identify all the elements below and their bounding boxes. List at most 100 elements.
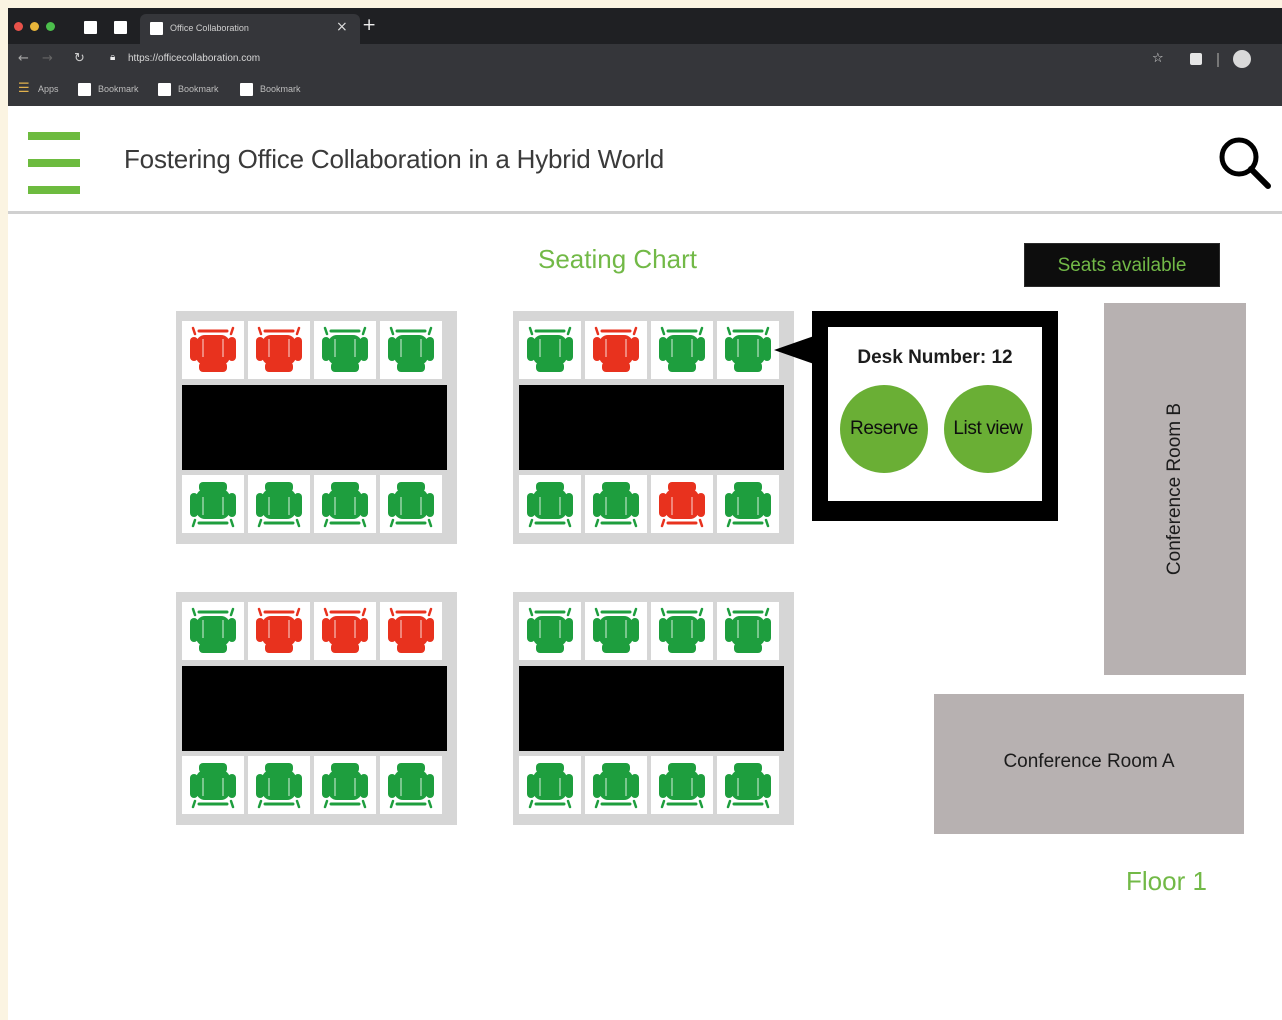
seat-row-top (182, 602, 452, 660)
tab-close-button[interactable]: × (336, 19, 348, 35)
seat-available[interactable] (314, 475, 376, 533)
seat-available[interactable] (182, 475, 244, 533)
seat-reserved[interactable] (314, 602, 376, 660)
seat-available[interactable] (651, 321, 713, 379)
seat-available[interactable] (519, 602, 581, 660)
desk-cluster (513, 592, 794, 825)
chair-icon (322, 763, 368, 809)
bookmark-label: Bookmark (260, 84, 301, 94)
desk-table (519, 666, 784, 751)
chair-icon (659, 326, 705, 372)
bookmark-apps-label[interactable]: Apps (38, 84, 59, 94)
seat-reserved[interactable] (248, 602, 310, 660)
seat-available[interactable] (519, 321, 581, 379)
seat-available[interactable] (380, 321, 442, 379)
chair-icon (322, 326, 368, 372)
profile-avatar-icon[interactable] (1233, 50, 1251, 68)
apps-grid-icon[interactable]: ☰ (18, 81, 30, 96)
chair-icon (593, 482, 639, 528)
reserve-button[interactable]: Reserve (840, 385, 928, 473)
toolbar-divider (1217, 53, 1219, 67)
search-icon[interactable] (1216, 134, 1272, 190)
chair-icon (322, 607, 368, 653)
seat-reserved[interactable] (651, 475, 713, 533)
chair-icon (256, 763, 302, 809)
forward-arrow-icon[interactable]: → (42, 51, 53, 66)
chair-icon (659, 607, 705, 653)
seat-available[interactable] (585, 756, 647, 814)
seat-available[interactable] (717, 321, 779, 379)
seat-available[interactable] (314, 756, 376, 814)
seat-available[interactable] (717, 602, 779, 660)
seat-available[interactable] (585, 475, 647, 533)
conference-room-a-label: Conference Room A (1003, 751, 1175, 772)
chair-icon (593, 326, 639, 372)
desk-table (182, 666, 447, 751)
chair-icon (725, 763, 771, 809)
chair-icon (190, 607, 236, 653)
chair-icon (659, 482, 705, 528)
list-view-button[interactable]: List view (944, 385, 1032, 473)
seat-available[interactable] (314, 321, 376, 379)
chair-icon (527, 763, 573, 809)
conference-room-b[interactable]: Conference Room B (1104, 303, 1246, 675)
seat-available[interactable] (651, 602, 713, 660)
back-arrow-icon[interactable]: ← (18, 51, 29, 66)
seat-reserved[interactable] (182, 321, 244, 379)
popup-pointer (774, 336, 814, 364)
chair-icon (659, 763, 705, 809)
chair-icon (190, 763, 236, 809)
chair-icon (725, 607, 771, 653)
minimize-window-button[interactable] (30, 22, 39, 31)
seats-available-badge[interactable]: Seats available (1024, 243, 1220, 287)
chair-icon (527, 607, 573, 653)
seat-available[interactable] (519, 756, 581, 814)
chair-icon (593, 607, 639, 653)
desk-number-label: Desk Number: 12 (857, 347, 1013, 368)
chair-icon (190, 326, 236, 372)
seat-reserved[interactable] (585, 321, 647, 379)
page-title: Fostering Office Collaboration in a Hybr… (124, 144, 665, 174)
maximize-window-button[interactable] (46, 22, 55, 31)
bookmark-icon (78, 83, 91, 96)
seat-available[interactable] (519, 475, 581, 533)
seat-row-bottom (182, 756, 452, 814)
seat-available[interactable] (182, 602, 244, 660)
seat-available[interactable] (717, 756, 779, 814)
url-text[interactable]: https://officecollaboration.com (128, 53, 260, 64)
conference-room-b-label: Conference Room B (1164, 402, 1185, 576)
desk-info-popup-body: Desk Number: 12 Reserve List view (828, 327, 1042, 501)
chair-icon (256, 326, 302, 372)
seat-available[interactable] (717, 475, 779, 533)
seat-available[interactable] (651, 756, 713, 814)
seat-available[interactable] (380, 756, 442, 814)
tab-placeholder-icon[interactable] (114, 21, 127, 34)
seat-available[interactable] (182, 756, 244, 814)
chair-icon (388, 482, 434, 528)
chair-icon (322, 482, 368, 528)
browser-window: Office Collaboration × + ← → ↻ 🔒︎ https:… (8, 8, 1282, 1020)
seat-available[interactable] (248, 756, 310, 814)
close-window-button[interactable] (14, 22, 23, 31)
chair-icon (190, 482, 236, 528)
site-header: Fostering Office Collaboration in a Hybr… (8, 106, 1282, 214)
new-tab-button[interactable]: + (362, 17, 376, 34)
desk-table (519, 385, 784, 470)
tab-placeholder-icon[interactable] (84, 21, 97, 34)
seat-available[interactable] (585, 602, 647, 660)
seat-available[interactable] (380, 475, 442, 533)
extension-icon[interactable] (1190, 53, 1202, 65)
reload-icon[interactable]: ↻ (74, 51, 85, 66)
seat-reserved[interactable] (380, 602, 442, 660)
conference-room-a[interactable]: Conference Room A (934, 694, 1244, 834)
bookmark-label: Bookmark (98, 84, 139, 94)
address-bar[interactable]: 🔒︎ https://officecollaboration.com (106, 48, 1256, 70)
seat-reserved[interactable] (248, 321, 310, 379)
browser-tab[interactable]: Office Collaboration × (140, 14, 360, 44)
chair-icon (388, 763, 434, 809)
seat-row-top (519, 321, 789, 379)
desk-cluster (176, 311, 457, 544)
seat-available[interactable] (248, 475, 310, 533)
bookmark-star-icon[interactable]: ☆ (1152, 51, 1164, 66)
hamburger-menu-icon[interactable] (28, 132, 80, 194)
